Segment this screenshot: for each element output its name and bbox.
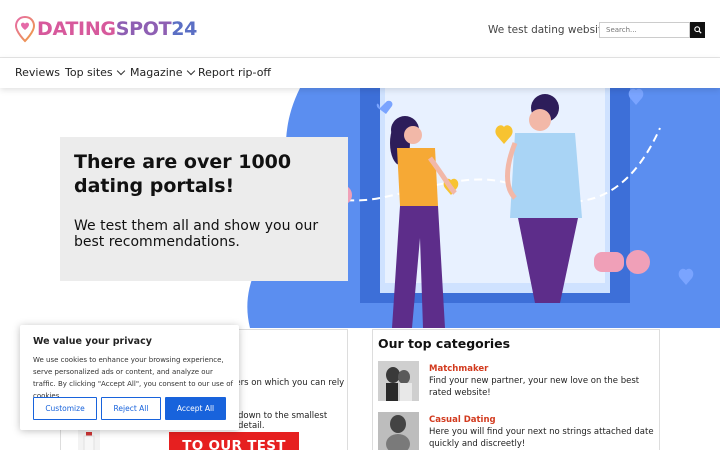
cookie-text: We use cookies to enhance your browsing … [33, 356, 233, 400]
location-heart-icon [14, 15, 36, 43]
to-our-test-button[interactable]: TO OUR TEST [169, 432, 299, 450]
reject-all-button[interactable]: Reject All [101, 397, 161, 420]
accept-all-button[interactable]: Accept All [165, 397, 226, 420]
search-input[interactable] [599, 22, 690, 38]
category-item-casual-dating[interactable]: Casual Dating Here you will find your ne… [378, 412, 658, 450]
test-card-text-2: down to the smallest detail. [238, 411, 328, 431]
categories-title: Our top categories [378, 336, 511, 351]
hero-subtitle: We test them all and show you our best r… [74, 218, 319, 250]
hero-text-box: There are over 1000 dating portals! We t… [60, 137, 348, 281]
test-card-text-1: ners on which you can rely [230, 378, 345, 388]
nav-item-magazine[interactable]: Magazine [130, 66, 195, 79]
chevron-down-icon [116, 66, 125, 75]
couple-kiss-image [378, 361, 419, 401]
nav-item-top-sites[interactable]: Top sites [65, 66, 125, 79]
hero-banner: # There are over 1000 dating portals! We… [0, 88, 720, 328]
site-header: DATINGSPOT24 We test dating websites [0, 0, 720, 58]
customize-button[interactable]: Customize [33, 397, 97, 420]
hero-title: There are over 1000 dating portals! [74, 151, 292, 197]
casual-dating-image [378, 412, 419, 450]
nav-item-report-rip-off[interactable]: Report rip-off [198, 66, 271, 79]
nav-item-reviews[interactable]: Reviews [15, 66, 60, 79]
category-item-matchmaker[interactable]: Matchmaker Find your new partner, your n… [378, 361, 658, 405]
chevron-down-icon [186, 66, 195, 75]
cookie-title: We value your privacy [33, 336, 152, 347]
top-categories-card: Our top categories Matchmaker Find your … [372, 329, 660, 450]
category-description: Here you will find your next no strings … [429, 427, 654, 449]
search-icon [693, 26, 702, 34]
category-description: Find your new partner, your new love on … [429, 376, 640, 398]
category-name[interactable]: Casual Dating [429, 415, 496, 425]
search-button[interactable] [690, 22, 705, 38]
bottle-image [78, 430, 100, 450]
logo-text: DATINGSPOT24 [37, 18, 198, 40]
cookie-consent-dialog: We value your privacy We use cookies to … [20, 325, 239, 430]
main-nav: Reviews Top sites Magazine Report rip-of… [0, 58, 720, 88]
header-tagline: We test dating websites [488, 24, 615, 36]
site-logo[interactable]: DATINGSPOT24 [14, 15, 197, 43]
search-form [599, 22, 705, 38]
category-name[interactable]: Matchmaker [429, 364, 488, 374]
